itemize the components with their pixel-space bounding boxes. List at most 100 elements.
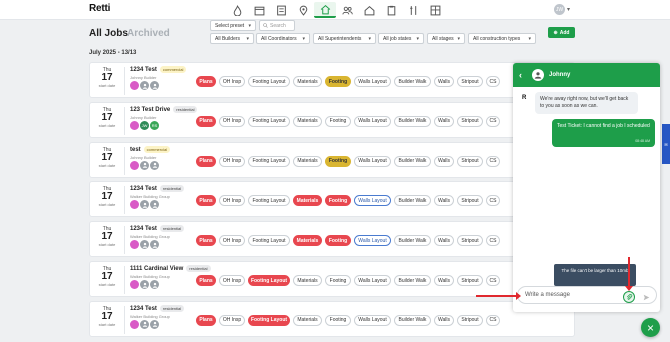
- stage-pill[interactable]: Footing Layout: [248, 314, 290, 326]
- job-title[interactable]: 1234 Test residential: [130, 185, 185, 192]
- avatar[interactable]: [130, 240, 139, 250]
- stage-pill[interactable]: Stripout: [457, 115, 483, 127]
- job-row[interactable]: Thu 17 start date 1234 Test residential Walke…: [89, 300, 575, 337]
- avatar[interactable]: [150, 280, 159, 289]
- stage-pill[interactable]: Walls: [434, 235, 454, 247]
- stage-pill[interactable]: Footing Layout: [248, 115, 290, 127]
- filter-stages[interactable]: All stages ▾: [427, 33, 465, 44]
- house-icon[interactable]: [358, 2, 380, 18]
- stage-pill[interactable]: Footing: [325, 275, 351, 286]
- stage-pill[interactable]: Stripout: [457, 76, 483, 87]
- job-row[interactable]: Thu 17 start date 123 Test Drive residential…: [89, 101, 575, 138]
- job-title[interactable]: 1111 Cardinal View residential: [130, 265, 211, 272]
- app-logo[interactable]: Retti: [89, 3, 110, 14]
- stage-pill[interactable]: OH Insp: [219, 275, 245, 286]
- stage-pill[interactable]: Footing: [325, 195, 351, 207]
- stage-pill[interactable]: Walls Layout: [354, 195, 391, 207]
- stage-pill[interactable]: Plans: [196, 275, 216, 286]
- checklist-icon[interactable]: [270, 2, 292, 18]
- stage-pill[interactable]: CS: [486, 235, 500, 247]
- stage-pill[interactable]: Builder Walk: [394, 115, 431, 127]
- job-row[interactable]: Thu 17 start date 1234 Test residential Walke…: [89, 181, 575, 218]
- clipboard-icon[interactable]: [380, 2, 402, 18]
- back-arrow-icon[interactable]: ‹: [519, 70, 527, 80]
- stage-pill[interactable]: Footing: [325, 115, 351, 127]
- stage-pill[interactable]: Builder Walk: [394, 235, 431, 247]
- stage-pill[interactable]: Walls Layout: [354, 115, 391, 127]
- stage-pill[interactable]: Walls Layout: [354, 275, 391, 286]
- stage-pill[interactable]: Footing Layout: [248, 155, 290, 167]
- stage-pill[interactable]: Stripout: [457, 235, 483, 247]
- avatar[interactable]: [150, 319, 159, 329]
- avatar[interactable]: [130, 120, 139, 130]
- job-title[interactable]: 123 Test Drive residential: [130, 105, 198, 113]
- filter-superintendents[interactable]: All Superintendents ▾: [313, 33, 376, 44]
- stage-pill[interactable]: Materials: [293, 314, 322, 326]
- home-icon[interactable]: [314, 2, 336, 18]
- stage-pill[interactable]: CS: [486, 314, 500, 326]
- stage-pill[interactable]: Materials: [293, 155, 322, 167]
- filter-job-states[interactable]: All job states ▾: [378, 33, 424, 44]
- job-row[interactable]: Thu 17 start date test commercial Johnny Buil…: [89, 141, 575, 178]
- search-input[interactable]: Search: [259, 20, 295, 31]
- stage-pill[interactable]: Materials: [293, 275, 322, 286]
- tools-icon[interactable]: [402, 2, 424, 18]
- stage-pill[interactable]: CS: [486, 155, 500, 167]
- stage-pill[interactable]: Builder Walk: [394, 314, 431, 326]
- stage-pill[interactable]: Walls: [434, 115, 454, 127]
- stage-pill[interactable]: Plans: [196, 195, 216, 207]
- job-row[interactable]: Thu 17 start date 1111 Cardinal View residen…: [89, 261, 575, 297]
- flame-icon[interactable]: [226, 2, 248, 18]
- avatar[interactable]: [140, 81, 149, 90]
- stage-pill[interactable]: Footing: [325, 235, 351, 247]
- stage-pill[interactable]: Walls Layout: [354, 76, 391, 87]
- job-title[interactable]: 1234 Test residential: [130, 304, 185, 312]
- send-icon[interactable]: [641, 291, 651, 303]
- stage-pill[interactable]: Builder Walk: [394, 76, 431, 87]
- stage-pill[interactable]: Plans: [196, 155, 216, 167]
- stage-pill[interactable]: OH Insp: [219, 195, 245, 207]
- avatar[interactable]: RS: [150, 120, 159, 130]
- calendar-icon[interactable]: [248, 2, 270, 18]
- stage-pill[interactable]: Footing: [325, 155, 351, 167]
- message-input[interactable]: Write a message: [517, 286, 657, 304]
- stage-pill[interactable]: CS: [486, 76, 500, 87]
- stage-pill[interactable]: Walls Layout: [354, 155, 391, 167]
- job-title[interactable]: test commercial: [130, 145, 171, 153]
- stage-pill[interactable]: Footing: [325, 314, 351, 326]
- stage-pill[interactable]: Builder Walk: [394, 275, 431, 286]
- stage-pill[interactable]: Materials: [293, 235, 322, 247]
- avatar[interactable]: [150, 81, 159, 90]
- stage-pill[interactable]: CS: [486, 115, 500, 127]
- job-title[interactable]: 1234 Test residential: [130, 225, 185, 232]
- stage-pill[interactable]: CS: [486, 275, 500, 286]
- stage-pill[interactable]: CS: [486, 195, 500, 207]
- stage-pill[interactable]: OH Insp: [219, 155, 245, 167]
- avatar[interactable]: [150, 160, 159, 170]
- avatar[interactable]: [130, 319, 139, 329]
- filter-coordinators[interactable]: All Coordinators ▾: [256, 33, 310, 44]
- map-pin-icon[interactable]: [292, 2, 314, 18]
- avatar[interactable]: [130, 200, 139, 210]
- tab-archived[interactable]: Archived: [127, 28, 170, 39]
- grid-icon[interactable]: [424, 2, 446, 18]
- people-icon[interactable]: [336, 2, 358, 18]
- stage-pill[interactable]: Stripout: [457, 275, 483, 286]
- stage-pill[interactable]: OH Insp: [219, 115, 245, 127]
- avatar[interactable]: JW: [140, 120, 149, 130]
- filter-construction-types[interactable]: All construction types ▾: [468, 33, 536, 44]
- stage-pill[interactable]: Plans: [196, 235, 216, 247]
- select-preset-dropdown[interactable]: Select preset ▾: [210, 20, 256, 31]
- stage-pill[interactable]: Walls: [434, 275, 454, 286]
- stage-pill[interactable]: Builder Walk: [394, 195, 431, 207]
- avatar[interactable]: [130, 280, 139, 289]
- stage-pill[interactable]: Walls: [434, 76, 454, 87]
- stage-pill[interactable]: Walls: [434, 155, 454, 167]
- job-title[interactable]: 1234 Test commercial: [130, 66, 187, 73]
- stage-pill[interactable]: OH Insp: [219, 235, 245, 247]
- stage-pill[interactable]: Footing: [325, 76, 351, 87]
- filter-builders[interactable]: All Builders ▾: [210, 33, 254, 44]
- avatar[interactable]: [130, 81, 139, 90]
- stage-pill[interactable]: Plans: [196, 314, 216, 326]
- stage-pill[interactable]: Materials: [293, 195, 322, 207]
